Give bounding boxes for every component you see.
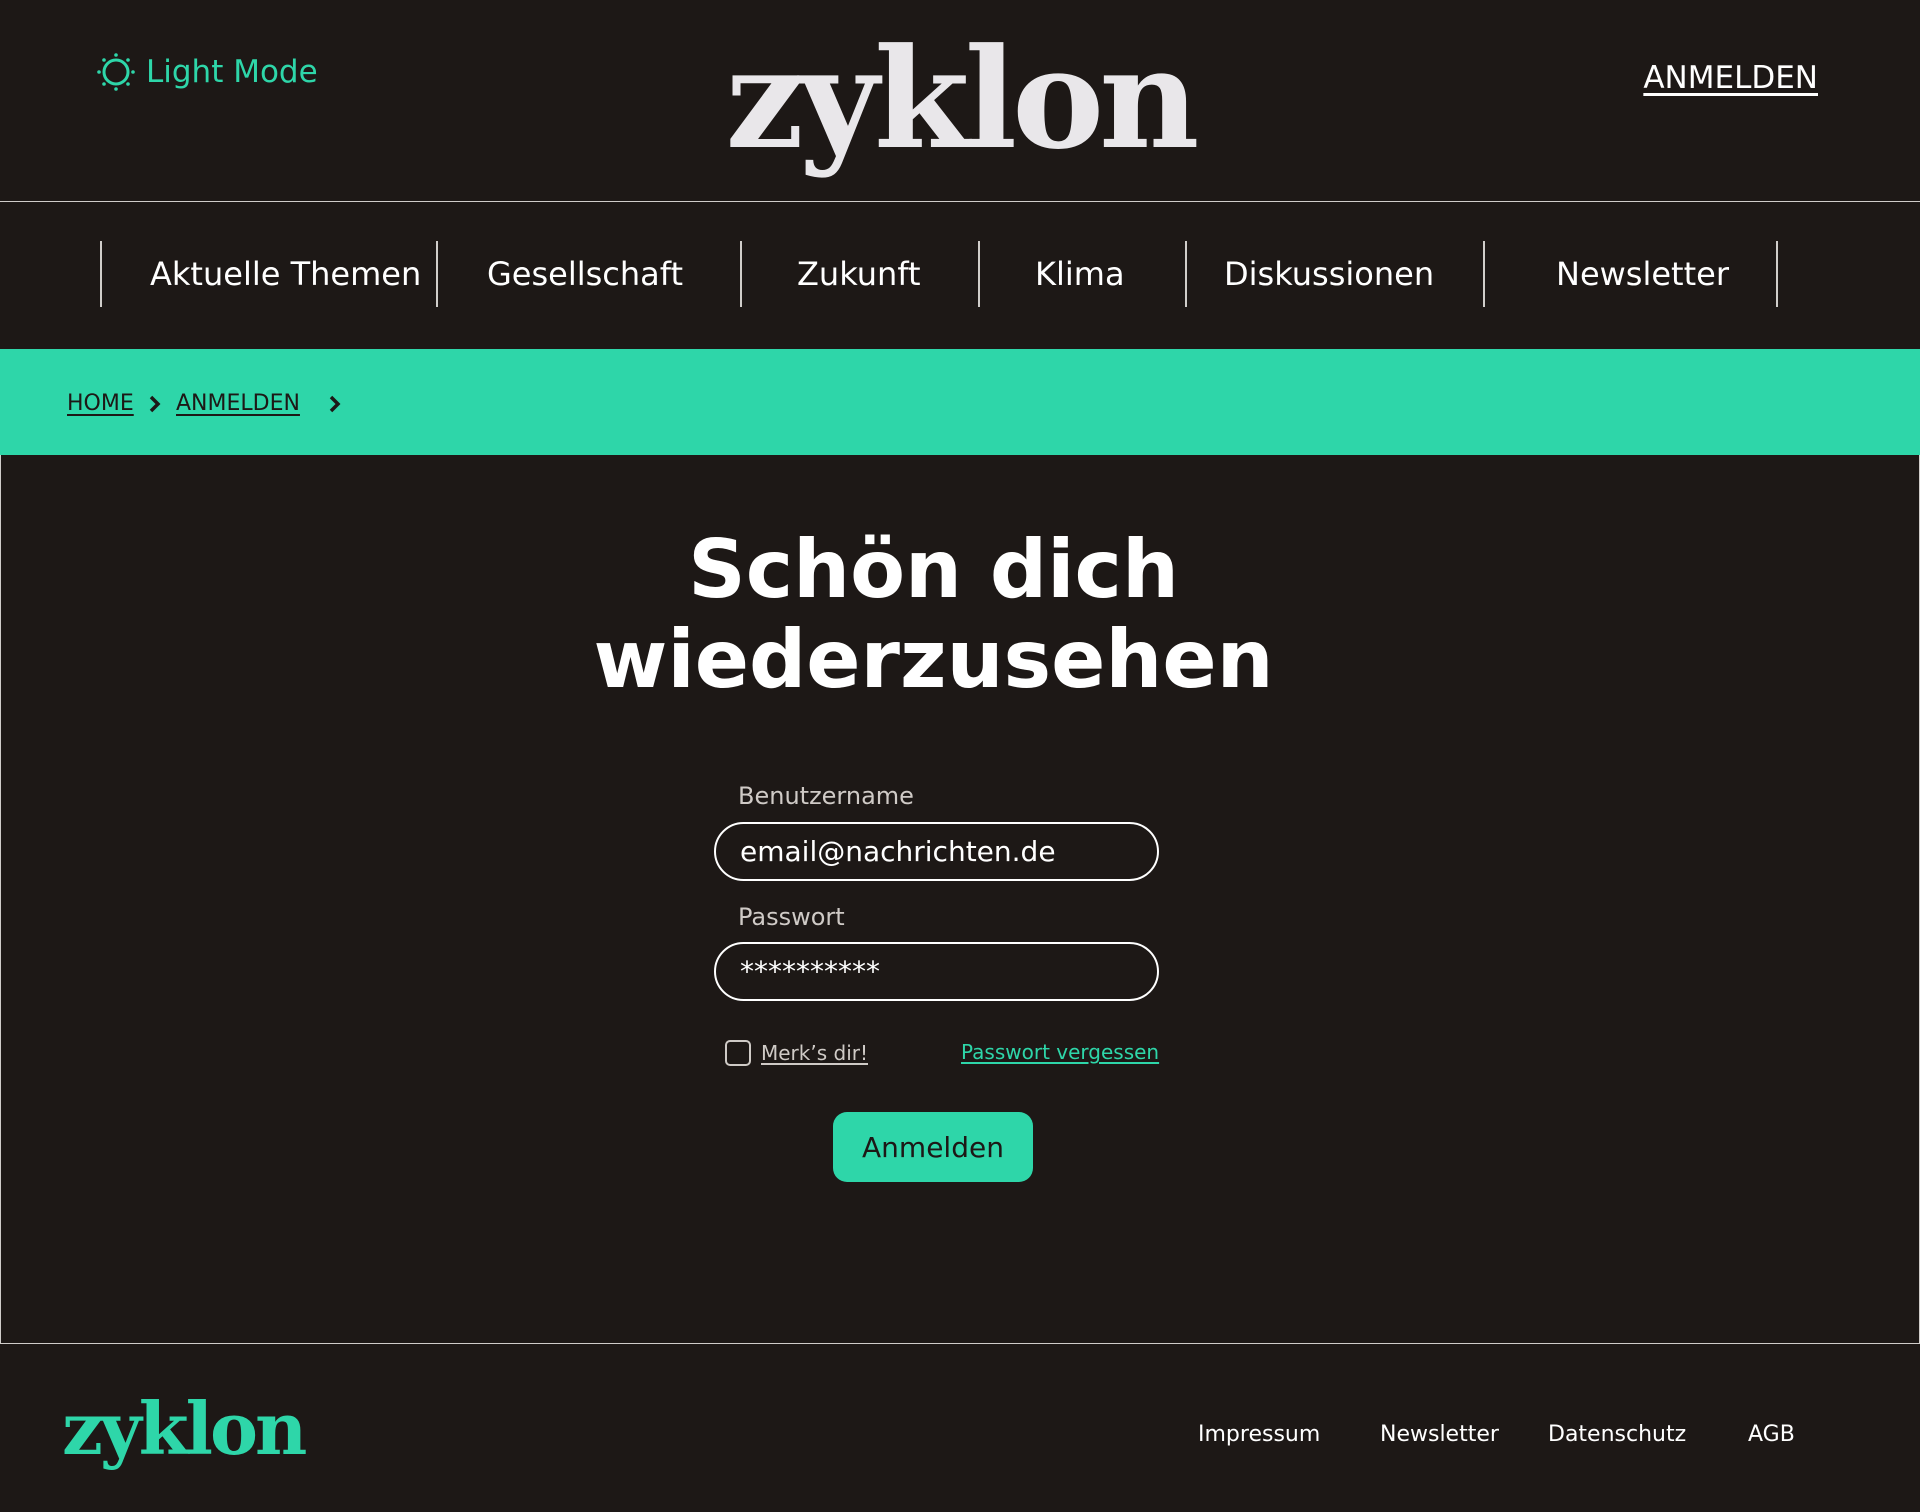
nav-divider [740, 241, 742, 307]
password-label: Passwort [738, 903, 845, 931]
main-nav: Aktuelle Themen Gesellschaft Zukunft Kli… [0, 203, 1920, 349]
nav-item-klima[interactable]: Klima [1035, 255, 1125, 293]
nav-item-aktuelle-themen[interactable]: Aktuelle Themen [150, 255, 421, 293]
nav-item-gesellschaft[interactable]: Gesellschaft [487, 255, 683, 293]
remember-checkbox[interactable] [725, 1040, 751, 1066]
header-login-link[interactable]: ANMELDEN [1643, 60, 1818, 96]
footer-link-agb[interactable]: AGB [1748, 1422, 1795, 1447]
nav-divider [436, 241, 438, 307]
chevron-right-icon [149, 395, 161, 413]
remember-me[interactable]: Merk’s dir! [725, 1040, 868, 1066]
nav-divider [100, 241, 102, 307]
site-logo[interactable]: zyklon [0, 30, 1920, 168]
remember-label[interactable]: Merk’s dir! [761, 1041, 868, 1065]
forgot-password-link[interactable]: Passwort vergessen [961, 1040, 1159, 1064]
page-title-line-2: wiederzusehen [593, 613, 1274, 706]
login-submit-button[interactable]: Anmelden [833, 1112, 1033, 1182]
nav-divider [1776, 241, 1778, 307]
page: Light Mode zyklon ANMELDEN Aktuelle Them… [0, 0, 1920, 1512]
site-header: Light Mode zyklon ANMELDEN [0, 0, 1920, 202]
password-input[interactable]: ********** [714, 942, 1159, 1001]
nav-item-newsletter[interactable]: Newsletter [1556, 255, 1729, 293]
username-label: Benutzername [738, 782, 914, 810]
username-input[interactable]: email@nachrichten.de [714, 822, 1159, 881]
login-section: Schön dich wiederzusehen Benutzername em… [0, 455, 1920, 1344]
nav-divider [1185, 241, 1187, 307]
nav-item-zukunft[interactable]: Zukunft [797, 255, 921, 293]
breadcrumb: HOME ANMELDEN [0, 349, 1920, 455]
nav-divider [978, 241, 980, 307]
page-title-line-1: Schön dich [688, 523, 1179, 616]
footer-link-newsletter[interactable]: Newsletter [1380, 1422, 1499, 1447]
nav-divider [1483, 241, 1485, 307]
page-title: Schön dich wiederzusehen [1, 525, 1866, 705]
breadcrumb-home[interactable]: HOME [67, 391, 134, 416]
nav-item-diskussionen[interactable]: Diskussionen [1224, 255, 1434, 293]
footer-link-datenschutz[interactable]: Datenschutz [1548, 1422, 1686, 1447]
chevron-right-icon [329, 395, 341, 413]
footer-link-impressum[interactable]: Impressum [1198, 1422, 1320, 1447]
breadcrumb-anmelden[interactable]: ANMELDEN [176, 391, 300, 416]
footer-logo[interactable]: zyklon [62, 1393, 307, 1465]
